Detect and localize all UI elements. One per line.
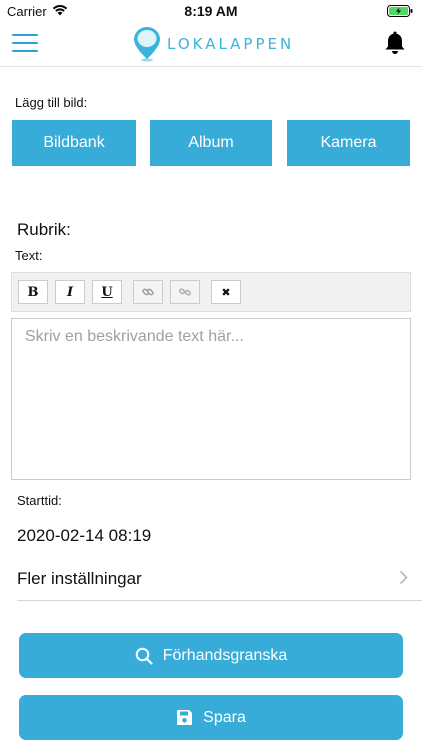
add-image-label: Lägg till bild:: [15, 95, 88, 110]
save-icon: [177, 710, 193, 725]
more-settings-row[interactable]: Fler inställningar: [17, 558, 422, 601]
editor-toolbar: B I U ✖: [11, 272, 411, 312]
clear-format-button[interactable]: ✖: [211, 280, 241, 304]
preview-button[interactable]: Förhandsgranska: [19, 633, 403, 678]
battery-charging-icon: [387, 5, 413, 20]
rubrik-label: Rubrik:: [17, 220, 71, 239]
menu-icon[interactable]: [12, 34, 38, 52]
app-header: LOKALAPPEN: [0, 22, 422, 67]
save-button[interactable]: Spara: [19, 695, 403, 740]
camera-button[interactable]: Kamera: [287, 120, 410, 166]
text-label: Text:: [15, 248, 43, 263]
start-time-label: Starttid:: [17, 493, 62, 508]
status-bar: Carrier 8:19 AM: [0, 0, 422, 22]
link-button[interactable]: [133, 280, 163, 304]
italic-button[interactable]: I: [55, 280, 85, 304]
image-bank-button[interactable]: Bildbank: [12, 120, 136, 166]
clock: 8:19 AM: [184, 3, 238, 19]
start-time-value[interactable]: 2020-02-14 08:19: [17, 526, 151, 546]
more-settings-label: Fler inställningar: [17, 569, 142, 588]
chevron-right-icon: [399, 570, 408, 590]
location-pin-icon: [134, 27, 160, 62]
link-icon: [142, 288, 154, 296]
text-editor[interactable]: Skriv en beskrivande text här...: [11, 318, 411, 480]
app-logo: LOKALAPPEN: [133, 25, 294, 63]
text-placeholder: Skriv en beskrivande text här...: [25, 328, 244, 345]
unlink-button[interactable]: [170, 280, 200, 304]
bell-icon[interactable]: [384, 30, 406, 61]
search-icon: [135, 647, 153, 665]
album-button[interactable]: Album: [150, 120, 272, 166]
bold-button[interactable]: B: [18, 280, 48, 304]
logo-text: LOKALAPPEN: [167, 35, 295, 53]
save-label: Spara: [203, 708, 246, 726]
underline-button[interactable]: U: [92, 280, 122, 304]
preview-label: Förhandsgranska: [162, 646, 288, 664]
unlink-icon: [179, 288, 191, 296]
